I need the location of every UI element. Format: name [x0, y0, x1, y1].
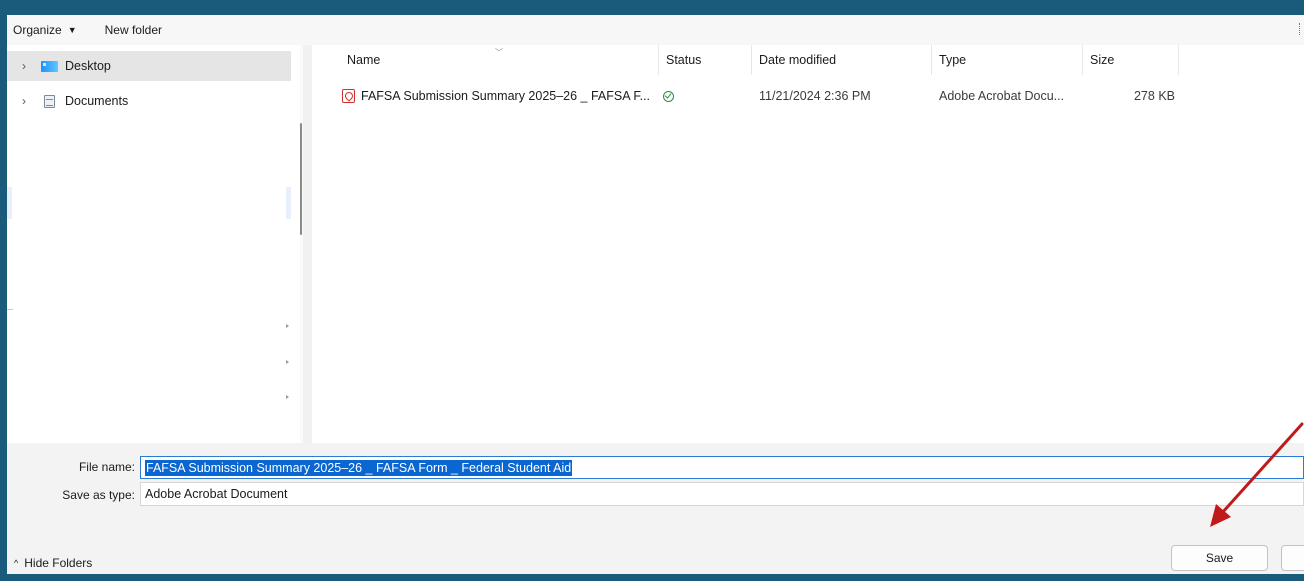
nav-hover-highlight — [7, 187, 12, 219]
nav-item-documents[interactable]: › Documents — [7, 86, 291, 116]
nav-item-desktop[interactable]: › Desktop — [7, 51, 291, 81]
column-header-label: Size — [1090, 53, 1115, 67]
column-header-date-modified[interactable]: Date modified — [751, 45, 931, 75]
new-folder-button[interactable]: New folder — [105, 23, 162, 37]
pane-splitter[interactable] — [303, 45, 312, 443]
column-header-label: Type — [939, 53, 967, 67]
chevron-up-icon: ^ — [14, 558, 19, 568]
nav-item-label: Documents — [65, 94, 129, 108]
file-date-cell: 11/21/2024 2:36 PM — [759, 89, 871, 103]
nav-item-label: Desktop — [65, 59, 111, 73]
save-dialog: Organize ▼ New folder › Desktop › Docume… — [7, 15, 1304, 574]
column-header-type[interactable]: Type — [931, 45, 1082, 75]
sort-indicator-icon: ﹀ — [495, 48, 503, 57]
column-separator[interactable] — [1178, 45, 1179, 75]
file-status-cell — [663, 81, 743, 111]
save-button-label: Save — [1205, 551, 1234, 565]
column-header-label: Status — [666, 53, 702, 67]
file-name-value: FAFSA Submission Summary 2025–26 _ FAFSA… — [145, 459, 573, 476]
column-header-label: Name — [347, 53, 381, 67]
nav-scrollbar-thumb[interactable] — [300, 123, 302, 235]
chevron-right-icon[interactable]: › — [7, 59, 41, 73]
expand-arrow-icon[interactable] — [286, 395, 289, 399]
column-header-size[interactable]: Size — [1082, 45, 1178, 75]
desktop-folder-icon — [41, 60, 58, 72]
expand-arrow-icon[interactable] — [286, 324, 289, 328]
file-name-cell: FAFSA Submission Summary 2025–26 _ FAFSA… — [342, 81, 658, 111]
new-folder-label: New folder — [104, 23, 162, 37]
file-size-cell: 278 KB — [1133, 89, 1175, 103]
chevron-right-icon[interactable]: › — [7, 94, 41, 108]
save-as-type-label: Save as type: — [62, 488, 135, 502]
hide-folders-label: Hide Folders — [24, 556, 93, 570]
column-header-status[interactable]: Status — [658, 45, 751, 75]
organize-label: Organize — [13, 23, 62, 37]
hide-folders-button[interactable]: ^ Hide Folders — [14, 556, 92, 570]
command-bar: Organize ▼ New folder — [7, 15, 1304, 45]
save-button[interactable]: Save — [1171, 545, 1268, 571]
file-name: FAFSA Submission Summary 2025–26 _ FAFSA… — [361, 89, 651, 103]
save-as-type-value: Adobe Acrobat Document — [145, 487, 288, 501]
dialog-footer: File name: FAFSA Submission Summary 2025… — [7, 443, 1304, 574]
table-row[interactable]: FAFSA Submission Summary 2025–26 _ FAFSA… — [312, 81, 1304, 111]
nav-hover-highlight — [286, 187, 291, 219]
file-name-input[interactable]: FAFSA Submission Summary 2025–26 _ FAFSA… — [140, 456, 1304, 479]
file-name-label: File name: — [78, 460, 135, 474]
file-type-cell: Adobe Acrobat Docu... — [939, 89, 1065, 103]
chevron-down-icon: ▼ — [67, 25, 77, 35]
cancel-button[interactable] — [1281, 545, 1304, 571]
documents-icon — [44, 94, 55, 108]
organize-button[interactable]: Organize ▼ — [13, 23, 77, 37]
expand-arrow-icon[interactable] — [286, 360, 289, 364]
navigation-pane: › Desktop › Documents — [7, 45, 301, 443]
save-as-type-select[interactable]: Adobe Acrobat Document — [140, 482, 1304, 506]
more-options-icon[interactable] — [1299, 23, 1302, 35]
file-list: Name ﹀ Status Date modified Type Size FA… — [312, 45, 1304, 443]
column-header-label: Date modified — [759, 53, 837, 67]
synced-check-icon — [663, 90, 674, 102]
nav-divider — [7, 309, 13, 310]
pdf-icon — [342, 89, 355, 103]
